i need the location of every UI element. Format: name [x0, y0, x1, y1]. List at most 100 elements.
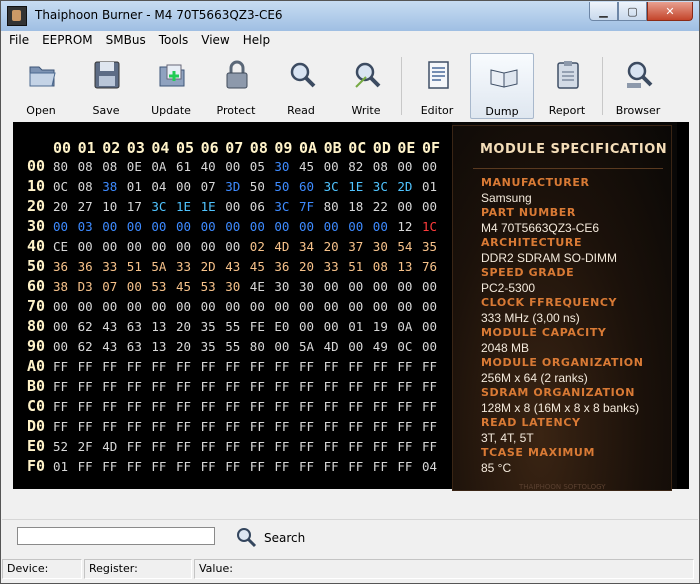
hex-byte-cell[interactable]: FF: [299, 399, 314, 414]
hex-byte-cell[interactable]: 63: [127, 319, 142, 334]
hex-byte-cell[interactable]: FF: [151, 359, 166, 374]
hex-byte-cell[interactable]: 33: [324, 259, 339, 274]
hex-byte-cell[interactable]: 01: [348, 319, 363, 334]
hex-byte-cell[interactable]: 00: [373, 219, 388, 234]
hex-dump-panel[interactable]: 00 01 02 03 04 05 06 07 08 09 0A 0B 0C 0D 0E 0F 00 80 08 08…: [13, 122, 452, 489]
hex-byte-cell[interactable]: FF: [422, 439, 437, 454]
hex-byte-cell[interactable]: 07: [102, 279, 117, 294]
hex-byte-cell[interactable]: 01: [422, 179, 437, 194]
hex-byte-cell[interactable]: 20: [53, 199, 68, 214]
hex-byte-cell[interactable]: FF: [422, 399, 437, 414]
hex-byte-cell[interactable]: 00: [397, 279, 412, 294]
hex-byte-cell[interactable]: 00: [127, 299, 142, 314]
menu-smbus[interactable]: SMBus: [99, 31, 152, 50]
hex-byte-cell[interactable]: 00: [201, 239, 216, 254]
hex-byte-cell[interactable]: 12: [397, 219, 412, 234]
hex-byte-cell[interactable]: FF: [176, 459, 191, 474]
menu-tools[interactable]: Tools: [152, 31, 195, 50]
hex-byte-cell[interactable]: FF: [250, 439, 265, 454]
hex-byte-cell[interactable]: FF: [348, 359, 363, 374]
hex-byte-cell[interactable]: 3C: [151, 199, 166, 214]
hex-byte-cell[interactable]: FF: [397, 399, 412, 414]
hex-byte-cell[interactable]: FF: [176, 359, 191, 374]
hex-byte-cell[interactable]: 20: [299, 259, 314, 274]
hex-byte-cell[interactable]: FF: [397, 459, 412, 474]
hex-byte-cell[interactable]: FF: [348, 419, 363, 434]
hex-byte-cell[interactable]: 00: [324, 299, 339, 314]
hex-byte-cell[interactable]: FF: [102, 379, 117, 394]
hex-byte-cell[interactable]: 05: [250, 159, 265, 174]
hex-byte-cell[interactable]: FF: [78, 359, 93, 374]
hex-byte-cell[interactable]: FF: [274, 439, 289, 454]
hex-byte-cell[interactable]: FF: [102, 359, 117, 374]
hex-byte-cell[interactable]: 00: [299, 299, 314, 314]
hex-byte-cell[interactable]: FF: [201, 379, 216, 394]
hex-byte-cell[interactable]: FF: [274, 399, 289, 414]
minimize-button[interactable]: ▁: [589, 2, 618, 21]
hex-byte-cell[interactable]: FF: [225, 439, 240, 454]
hex-byte-cell[interactable]: 01: [53, 459, 68, 474]
hex-byte-cell[interactable]: 4D: [324, 339, 339, 354]
hex-byte-cell[interactable]: 00: [324, 219, 339, 234]
hex-byte-cell[interactable]: 00: [250, 219, 265, 234]
hex-byte-cell[interactable]: 63: [127, 339, 142, 354]
hex-byte-cell[interactable]: 00: [151, 239, 166, 254]
save-button[interactable]: Save: [74, 53, 138, 119]
hex-byte-cell[interactable]: 80: [250, 339, 265, 354]
app-logo-icon[interactable]: [7, 6, 27, 26]
hex-byte-cell[interactable]: 00: [422, 279, 437, 294]
hex-byte-cell[interactable]: 4D: [274, 239, 289, 254]
hex-byte-cell[interactable]: FF: [201, 439, 216, 454]
hex-byte-cell[interactable]: 00: [250, 299, 265, 314]
hex-byte-cell[interactable]: 13: [151, 319, 166, 334]
hex-byte-cell[interactable]: 20: [176, 319, 191, 334]
hex-byte-cell[interactable]: 00: [373, 279, 388, 294]
hex-byte-cell[interactable]: 53: [201, 279, 216, 294]
hex-byte-cell[interactable]: FF: [127, 459, 142, 474]
hex-byte-cell[interactable]: FF: [102, 459, 117, 474]
hex-byte-cell[interactable]: FF: [274, 379, 289, 394]
hex-byte-cell[interactable]: FF: [151, 439, 166, 454]
hex-byte-cell[interactable]: 38: [53, 279, 68, 294]
hex-byte-cell[interactable]: FF: [176, 439, 191, 454]
hex-byte-cell[interactable]: 00: [53, 219, 68, 234]
hex-byte-cell[interactable]: FF: [422, 379, 437, 394]
hex-byte-cell[interactable]: CE: [53, 239, 68, 254]
hex-byte-cell[interactable]: 00: [397, 299, 412, 314]
hex-byte-cell[interactable]: FF: [151, 459, 166, 474]
protect-button[interactable]: Protect: [204, 53, 268, 119]
hex-byte-cell[interactable]: 00: [299, 219, 314, 234]
hex-byte-cell[interactable]: 34: [299, 239, 314, 254]
hex-byte-cell[interactable]: FF: [250, 379, 265, 394]
hex-byte-cell[interactable]: 54: [397, 239, 412, 254]
hex-byte-cell[interactable]: 00: [53, 319, 68, 334]
hex-byte-cell[interactable]: 03: [78, 219, 93, 234]
hex-byte-cell[interactable]: FF: [78, 459, 93, 474]
hex-byte-cell[interactable]: 08: [373, 259, 388, 274]
hex-byte-cell[interactable]: FF: [176, 379, 191, 394]
hex-byte-cell[interactable]: 52: [53, 439, 68, 454]
hex-byte-cell[interactable]: 45: [176, 279, 191, 294]
hex-byte-cell[interactable]: 30: [225, 279, 240, 294]
hex-byte-cell[interactable]: 00: [422, 299, 437, 314]
hex-byte-cell[interactable]: FF: [78, 419, 93, 434]
menu-file[interactable]: File: [2, 31, 35, 50]
hex-byte-cell[interactable]: 30: [299, 279, 314, 294]
hex-byte-cell[interactable]: FF: [201, 359, 216, 374]
hex-byte-cell[interactable]: 43: [225, 259, 240, 274]
hex-byte-cell[interactable]: FF: [274, 419, 289, 434]
hex-byte-cell[interactable]: 30: [274, 159, 289, 174]
hex-byte-cell[interactable]: 00: [127, 219, 142, 234]
hex-byte-cell[interactable]: 40: [201, 159, 216, 174]
hex-byte-cell[interactable]: 27: [78, 199, 93, 214]
hex-byte-cell[interactable]: FF: [299, 379, 314, 394]
hex-byte-cell[interactable]: 00: [422, 199, 437, 214]
hex-byte-cell[interactable]: FF: [225, 379, 240, 394]
hex-byte-cell[interactable]: 00: [422, 319, 437, 334]
hex-byte-cell[interactable]: FF: [373, 459, 388, 474]
hex-byte-cell[interactable]: 19: [373, 319, 388, 334]
hex-byte-cell[interactable]: 00: [422, 339, 437, 354]
hex-byte-cell[interactable]: D3: [78, 279, 93, 294]
hex-byte-cell[interactable]: 13: [397, 259, 412, 274]
hex-byte-cell[interactable]: FF: [127, 379, 142, 394]
